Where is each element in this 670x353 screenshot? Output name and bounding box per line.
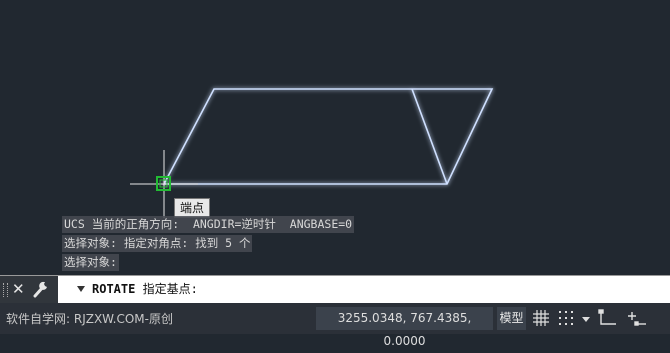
command-input[interactable]: ROTATE 指定基点:: [92, 281, 198, 298]
history-line: UCS 当前的正角方向: ANGDIR=逆时针 ANGBASE=0: [62, 216, 355, 233]
model-space-button[interactable]: 模型: [497, 307, 526, 330]
dropdown-arrow-icon[interactable]: [582, 317, 590, 322]
polar-icon[interactable]: [626, 309, 648, 331]
close-icon[interactable]: ✕: [12, 279, 25, 299]
drag-handle[interactable]: [3, 283, 8, 297]
command-line-tools: ✕: [0, 276, 58, 303]
coordinates-readout[interactable]: 3255.0348, 767.4385, 0.0000: [316, 307, 493, 348]
recent-commands-dropdown-icon[interactable]: [77, 286, 85, 292]
selected-parallelogram[interactable]: [162, 88, 494, 185]
history-line: 选择对象:: [62, 254, 119, 271]
command-name: ROTATE: [92, 282, 136, 296]
history-line: 选择对象: 指定对角点: 找到 5 个: [62, 235, 253, 252]
wrench-icon[interactable]: [33, 280, 49, 302]
snap-grid-icon[interactable]: [557, 309, 575, 331]
status-bar: 软件自学网: RJZXW.COM-原创 3255.0348, 767.4385,…: [0, 303, 670, 348]
grid-icon[interactable]: [532, 309, 550, 331]
command-history: UCS 当前的正角方向: ANGDIR=逆时针 ANGBASE=0 选择对象: …: [62, 216, 355, 273]
command-line[interactable]: ✕ ROTATE 指定基点:: [0, 275, 670, 303]
selected-inner-line[interactable]: [411, 88, 448, 185]
ortho-icon[interactable]: [598, 309, 618, 331]
watermark-text: 软件自学网: RJZXW.COM-原创: [6, 312, 173, 326]
command-prompt: 指定基点:: [135, 282, 198, 296]
snap-tooltip: 端点: [174, 198, 211, 218]
